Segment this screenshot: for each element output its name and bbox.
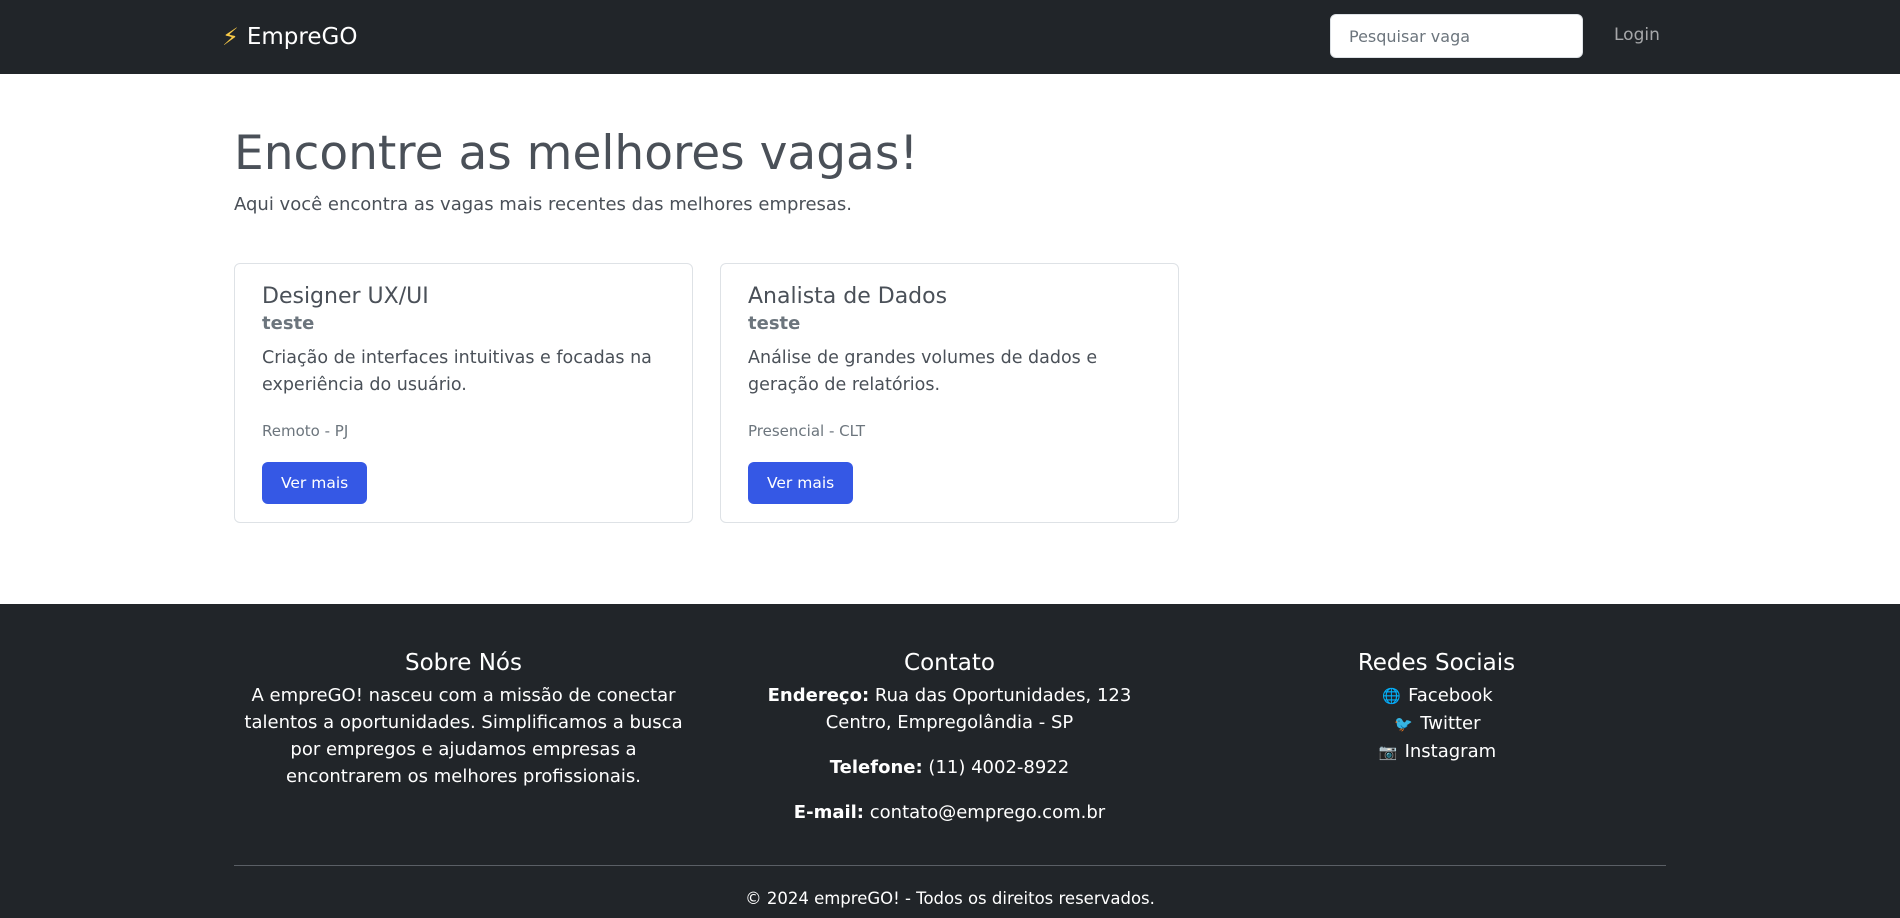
facebook-link[interactable]: 🌐 Facebook [1380,685,1493,706]
email-label: E-mail: [793,802,865,823]
login-link[interactable]: Login [1614,24,1660,46]
phone-label: Telefone: [829,757,923,778]
contact-email: E-mail: contato@emprego.com.br [720,799,1179,826]
job-title: Analista de Dados [748,284,948,309]
page-subtitle: Aqui você encontra as vagas mais recente… [234,194,853,215]
phone-value: (11) 4002-8922 [928,757,1070,778]
job-card: Designer UX/UI teste Criação de interfac… [234,263,693,523]
see-more-button[interactable]: Ver mais [262,462,368,504]
social-item-facebook: 🌐 Facebook [1207,682,1666,710]
page-title: Encontre as melhores vagas! [234,126,919,181]
job-card: Analista de Dados teste Análise de grand… [720,263,1179,523]
twitter-link[interactable]: 🐦 Twitter [1392,713,1480,734]
social-item-instagram: 📷 Instagram [1207,738,1666,766]
social-links-list: 🌐 Facebook 🐦 Twitter 📷 Instagram [1207,682,1666,766]
see-more-button[interactable]: Ver mais [748,462,854,504]
contact-phone: Telefone: (11) 4002-8922 [720,754,1179,781]
navbar: ⚡ EmpreGO Login [0,0,1900,74]
globe-icon: 🌐 [1382,687,1401,705]
address-line2: Centro, Empregolândia - SP [825,712,1074,733]
brand-name: EmpreGO [246,24,358,50]
job-company: teste [262,313,315,334]
social-label: Twitter [1420,713,1481,734]
footer-contact-section: Contato Endereço: Rua das Oportunidades,… [720,648,1179,826]
address-label: Endereço: [767,685,870,706]
footer-divider [234,865,1666,866]
search-input[interactable] [1330,14,1583,58]
footer-contact-heading: Contato [904,650,995,676]
footer-about-section: Sobre Nós A empreGO! nasceu com a missão… [234,648,693,790]
camera-icon: 📷 [1378,743,1398,761]
job-company: teste [748,313,801,334]
footer-about-text: A empreGO! nasceu com a missão de conect… [244,685,683,787]
brand-logo[interactable]: ⚡ EmpreGO [222,22,357,52]
job-description: Análise de grandes volumes de dados e ge… [748,348,1098,395]
job-title: Designer UX/UI [262,284,429,309]
footer-social-section: Redes Sociais 🌐 Facebook 🐦 Twitter 📷 Ins… [1207,648,1666,766]
footer-about-heading: Sobre Nós [405,650,522,676]
social-item-twitter: 🐦 Twitter [1207,710,1666,738]
job-meta: Remoto - PJ [262,422,349,440]
social-label: Facebook [1408,685,1493,706]
job-description: Criação de interfaces intuitivas e focad… [262,348,652,395]
lightning-bolt-icon: ⚡ [222,23,239,51]
footer-social-heading: Redes Sociais [1357,650,1516,676]
email-value: contato@emprego.com.br [869,802,1106,823]
footer: Sobre Nós A empreGO! nasceu com a missão… [0,604,1900,918]
social-label: Instagram [1404,741,1497,762]
address-line1: Rua das Oportunidades, 123 [874,685,1132,706]
instagram-link[interactable]: 📷 Instagram [1377,741,1497,762]
job-meta: Presencial - CLT [748,422,866,440]
contact-address: Endereço: Rua das Oportunidades, 123 Cen… [720,682,1179,736]
copyright-text: © 2024 empreGO! - Todos os direitos rese… [745,889,1155,908]
bird-icon: 🐦 [1394,715,1413,733]
